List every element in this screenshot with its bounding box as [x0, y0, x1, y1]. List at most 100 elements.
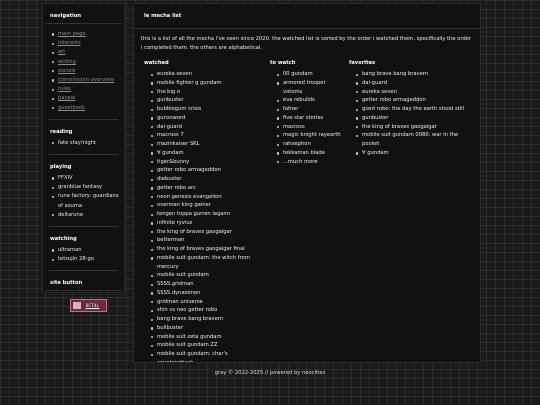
- watched-item: mobile suit gundam: char's counterattack: [151, 350, 263, 362]
- to-watch-item: rahxephon: [277, 140, 345, 149]
- watched-item: mobile suit gundam ZZ: [151, 341, 263, 350]
- watched-item: the king of braves gaogaigar: [151, 228, 263, 237]
- nav-item-link[interactable]: rules: [58, 86, 71, 92]
- divider: [45, 23, 122, 24]
- nav-item: guestbook: [52, 104, 120, 113]
- page-title: le mecha list: [144, 13, 182, 19]
- to-watch-column: to watch 00 gundam armored trooper votoms…: [267, 60, 345, 166]
- footer: gray © 2022-2025 // powered by neocities: [214, 370, 326, 376]
- playing-item: FFXIV: [52, 174, 120, 183]
- nav-item: main page: [52, 30, 120, 39]
- watched-item: the king of braves gaogaigar final: [151, 245, 263, 254]
- watched-item: tiger&bunny: [151, 158, 263, 167]
- watching-heading: watching: [50, 236, 77, 243]
- watched-item: overman king gainer: [151, 201, 263, 210]
- watched-item: getter robo arc: [151, 184, 263, 193]
- watching-item: tetsujin 28-go: [52, 255, 120, 264]
- watched-item: mobile suit gundam: the witch from mercu…: [151, 254, 263, 272]
- watched-item: mobile suit zeta gundam: [151, 333, 263, 342]
- watched-item: mobile fighter g gundam: [151, 79, 263, 88]
- playing-item: granblue fantasy: [52, 183, 120, 192]
- watched-item: mobile suit gundam: [151, 271, 263, 280]
- watched-column: watched eureka seven mobile fighter g gun…: [141, 60, 263, 362]
- nav-item-link[interactable]: main page: [58, 31, 86, 37]
- watched-item: mazinkaiser SKL: [151, 140, 263, 149]
- nav-item-link[interactable]: writing: [58, 59, 76, 65]
- to-watch-item: five star stories: [277, 114, 345, 123]
- nav-item-link[interactable]: art: [58, 49, 65, 55]
- favorite-item: eureka seven: [356, 88, 474, 97]
- nav-item: art: [52, 48, 120, 57]
- to-watch-item: magic knight rayearth: [277, 131, 345, 140]
- reading-list: fate stay/night: [47, 139, 120, 148]
- intro-text: this is a list of all the mecha i've see…: [141, 36, 472, 51]
- navigation-heading: navigation: [50, 13, 82, 19]
- nav-list: main page interests art writing socials commi…: [47, 30, 120, 113]
- watching-list: ultraman tetsujin 28-go: [47, 246, 120, 264]
- watched-item: bubblegum crisis: [151, 105, 263, 114]
- favorite-item: dai-guard: [356, 79, 474, 88]
- favorite-item: gunbuster: [356, 114, 474, 123]
- to-watch-item: ...much more: [277, 158, 345, 167]
- to-watch-item: tekkaman blade: [277, 149, 345, 158]
- main-panel: le mecha list this is a list of all the …: [133, 3, 481, 363]
- nav-item-link[interactable]: socials: [58, 68, 76, 74]
- watched-item: gridman universe: [151, 298, 263, 307]
- watched-item: getter robo armageddon: [151, 166, 263, 175]
- nav-item: paypal: [52, 94, 120, 103]
- favorites-list: bang brave bang bravern dai-guard eureka s…: [346, 70, 474, 158]
- watching-item: ultraman: [52, 246, 120, 255]
- favorite-item: ∀ gundam: [356, 149, 474, 158]
- favorites-column: favorites bang brave bang bravern dai-gua…: [346, 60, 474, 158]
- site-button-section: site button OCT4L: [43, 280, 124, 313]
- divider: [134, 28, 480, 29]
- favorite-item: mobile suit gundam 0080: war in the pock…: [356, 131, 474, 149]
- site-button-image[interactable]: OCT4L: [70, 299, 107, 313]
- watched-item: bullbuster: [151, 324, 263, 333]
- watched-list: eureka seven mobile fighter g gundam the b…: [141, 70, 263, 362]
- playing-item: deltarune: [52, 211, 120, 220]
- reading-section: reading fate stay/night: [43, 129, 124, 156]
- site-button-text: OCT4L: [85, 303, 100, 309]
- nav-item: writing: [52, 58, 120, 67]
- watching-section: watching ultraman tetsujin 28-go: [43, 236, 124, 272]
- watched-item: infinite ryvius: [151, 219, 263, 228]
- watched-item: diebuster: [151, 175, 263, 184]
- to-watch-item: fafner: [277, 105, 345, 114]
- nav-item: interests: [52, 39, 120, 48]
- divider: [49, 154, 118, 156]
- playing-section: playing FFXIV granblue fantasy rune factor…: [43, 164, 124, 228]
- nav-item-link[interactable]: commission overview: [58, 77, 114, 83]
- divider: [49, 270, 118, 272]
- nav-item: rules: [52, 85, 120, 94]
- playing-list: FFXIV granblue fantasy rune factory: guard…: [47, 174, 120, 220]
- nav-item-link[interactable]: guestbook: [58, 105, 85, 111]
- playing-item: rune factory: guardians of azuma: [52, 192, 120, 210]
- watched-item: gunbuster: [151, 96, 263, 105]
- divider: [49, 226, 118, 228]
- sidebar: navigation main page interests art writing s…: [42, 3, 125, 313]
- nav-item: socials: [52, 67, 120, 76]
- to-watch-item: 00 gundam: [277, 70, 345, 79]
- playing-heading: playing: [50, 164, 72, 171]
- watched-item: dai-guard: [151, 123, 263, 132]
- watched-item: ∀ gundam: [151, 149, 263, 158]
- watched-item: gunxsword: [151, 114, 263, 123]
- watched-heading: watched: [144, 60, 169, 67]
- favorite-item: getter robo armageddon: [356, 96, 474, 105]
- favorite-item: bang brave bang bravern: [356, 70, 474, 79]
- reading-item: fate stay/night: [52, 139, 120, 148]
- nav-item-link[interactable]: paypal: [58, 95, 75, 101]
- watched-item: SSSS.gridman: [151, 280, 263, 289]
- watched-item: bang brave bang bravern: [151, 315, 263, 324]
- watched-item: macross 7: [151, 131, 263, 140]
- watched-item: neon genesis evangelion: [151, 193, 263, 202]
- to-watch-item: macross: [277, 123, 345, 132]
- to-watch-heading: to watch: [270, 60, 296, 67]
- favorite-item: giant robo: the day the earth stood stil…: [356, 105, 474, 114]
- favorite-item: the king of braves gaogaigar: [356, 123, 474, 132]
- nav-item-link[interactable]: interests: [58, 40, 81, 46]
- to-watch-item: armored trooper votoms: [277, 79, 345, 97]
- divider: [49, 118, 118, 120]
- navigation-section: navigation main page interests art writing s…: [43, 13, 124, 120]
